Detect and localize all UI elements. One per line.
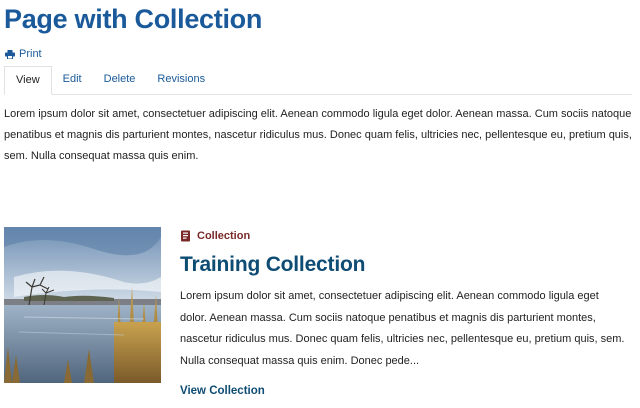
local-tasks-tabs: View Edit Delete Revisions <box>4 66 632 95</box>
print-link[interactable]: Print <box>5 48 42 60</box>
book-icon <box>181 230 190 242</box>
collection-summary: Lorem ipsum dolor sit amet, consectetuer… <box>180 290 625 367</box>
printer-icon <box>5 49 15 59</box>
collection-title-link[interactable]: Training Collection <box>180 253 365 277</box>
tab-edit[interactable]: Edit <box>52 66 93 94</box>
tab-delete[interactable]: Delete <box>93 66 147 94</box>
print-label: Print <box>19 48 42 60</box>
view-collection-link[interactable]: View Collection <box>180 385 265 397</box>
page-title: Page with Collection <box>4 4 263 34</box>
tab-view[interactable]: View <box>4 66 52 95</box>
tab-revisions[interactable]: Revisions <box>146 66 216 94</box>
collection-type-text: Collection <box>197 230 251 242</box>
collection-type-label: Collection <box>180 230 250 242</box>
collection-image[interactable] <box>4 227 161 383</box>
intro-text: Lorem ipsum dolor sit amet, consectetuer… <box>4 108 632 162</box>
landscape-photo-icon <box>4 227 161 383</box>
